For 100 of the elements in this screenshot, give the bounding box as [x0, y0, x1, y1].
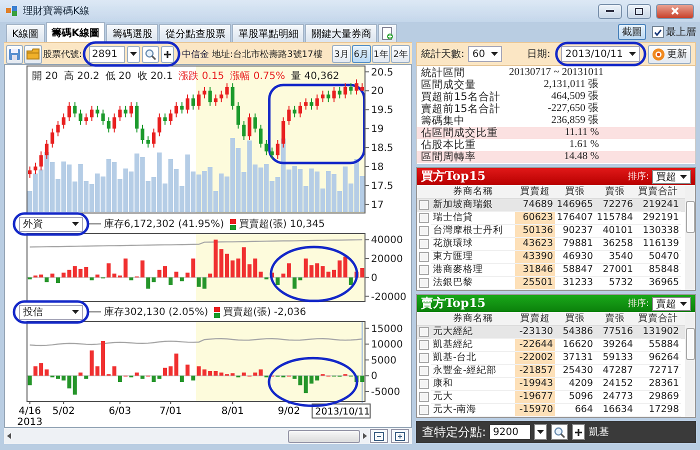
branch-code-field[interactable]: 9200 [490, 425, 530, 439]
table-cell: 3540 [595, 251, 635, 264]
net-value: -2,036 [274, 306, 306, 318]
table-cell: 131902 [635, 326, 681, 339]
stock-code-label: 股票代號: [43, 48, 82, 60]
axis-label: -5000 [371, 387, 400, 398]
axis-label: 8/01 [221, 406, 244, 417]
table-cell: 90237 [555, 225, 595, 238]
sort-dropdown[interactable]: 賣超 [652, 296, 691, 310]
range-button[interactable]: 3月 [332, 45, 351, 63]
stat-label: 統計區間 [421, 67, 466, 79]
axis-label: 0 [371, 272, 378, 284]
date-dropdown[interactable]: 2013/10/11 [561, 46, 640, 62]
stat-value: 11.11 % [564, 127, 599, 139]
tab[interactable]: K線圖 [6, 24, 45, 42]
screenshot-button[interactable]: 截圖 [618, 24, 646, 40]
quote-item: 低 20 [105, 70, 132, 83]
axis-label: 20000 [371, 254, 403, 266]
column-header: 券商名稱 [452, 312, 494, 325]
tab[interactable]: 籌碼選股 [106, 24, 158, 42]
tab[interactable]: 關鍵大量券商 [305, 24, 378, 42]
axis-label: 6/03 [108, 406, 132, 417]
table-cell: 43623 [515, 238, 555, 251]
table-cell: 72717 [635, 365, 681, 378]
investor-dropdown[interactable]: 外資 [19, 216, 83, 232]
table-cell: 50136 [515, 225, 555, 238]
table-cell: 116139 [635, 238, 681, 251]
range-button[interactable]: 6月 [352, 45, 371, 63]
stock-name: 中信金 [182, 48, 210, 60]
column-header: 賣張 [604, 312, 626, 325]
axis-label: 20 [371, 86, 384, 98]
quote-item: 漲幅 0.75% [230, 70, 286, 83]
table-cell: 77516 [595, 326, 635, 339]
table-cell: -19677 [515, 391, 555, 404]
stock-code-field[interactable]: 2891 [89, 46, 126, 62]
table-cell: 31233 [555, 277, 595, 290]
stat-value: -227,650 張 [546, 103, 599, 114]
column-header: 券商名稱 [452, 185, 494, 198]
quote-item: 高 20.2 [64, 70, 100, 83]
table-cell: 176407 [555, 212, 595, 225]
table-cell: 46930 [555, 251, 595, 264]
axis-label: 7/01 [159, 406, 182, 417]
investor-dropdown[interactable]: 投信 [19, 304, 83, 320]
range-button[interactable]: 2年 [391, 45, 410, 63]
table-cell: -15970 [515, 404, 555, 417]
stock-address: 地址:台北市松壽路3號17樓 [212, 48, 322, 60]
quote-item: 開 20 [32, 70, 58, 83]
axis-label: 4/16 [18, 406, 42, 417]
axis-label: 5000 [371, 355, 396, 366]
branch-label: 查特定分點: [422, 424, 486, 440]
quote-item: 量 40,362 [291, 70, 340, 83]
column-header: 買張 [564, 312, 586, 325]
tab[interactable]: 籌碼K線圖 [46, 22, 106, 42]
table-cell: 37131 [555, 352, 595, 365]
table-cell: 96264 [635, 352, 681, 365]
stat-value: 14.48 % [563, 151, 599, 163]
column-header: 買賣超 [519, 185, 551, 198]
table-cell: 59133 [595, 352, 635, 365]
table-cell: 4209 [555, 378, 595, 391]
table-cell: 72276 [595, 199, 635, 212]
holding-legend: 庫存302,130 (2.05%) [104, 305, 208, 319]
table-cell: 29869 [635, 391, 681, 404]
table-cell: 17298 [635, 404, 681, 417]
axis-label: 15000 [371, 324, 403, 335]
selected-row[interactable]: 新加坡商瑞銀 74689 146965 72276 219241 [417, 199, 685, 212]
table-cell: -21857 [515, 365, 555, 378]
tab[interactable]: 單股單點明細 [232, 24, 304, 42]
table-cell: 50470 [635, 251, 681, 264]
table-cell: -22002 [515, 352, 555, 365]
range-button[interactable]: 1年 [372, 45, 390, 63]
table-cell: 664 [555, 404, 595, 417]
refresh-button[interactable]: 更新 [648, 44, 691, 64]
table-cell: 5732 [595, 277, 635, 290]
selected-row[interactable]: 元大經紀 -23130 54386 77516 131902 [417, 326, 685, 339]
tab[interactable]: 從分點查股票 [159, 24, 232, 42]
net-value: 10,345 [290, 218, 325, 230]
column-header: 賣張 [604, 185, 626, 198]
stat-label: 賣超前15名合計 [421, 103, 502, 115]
column-header: 買賣合計 [637, 185, 679, 198]
table-cell: 新加坡商瑞銀 [431, 199, 515, 212]
table-cell: 24773 [595, 391, 635, 404]
table-cell: 85848 [635, 264, 681, 277]
table-cell: 292191 [635, 212, 681, 225]
table-cell: 25430 [555, 365, 595, 378]
axis-label: 18.5 [371, 143, 394, 154]
axis-label: 10000 [371, 340, 403, 351]
table-cell: 16634 [595, 404, 635, 417]
axis-label: 18 [371, 162, 384, 174]
table-cell: 25501 [515, 277, 555, 290]
table-title: 買方Top15 [421, 168, 486, 185]
table-cell: 79881 [555, 238, 595, 251]
days-dropdown[interactable]: 60 [468, 46, 502, 62]
table-cell: 115784 [595, 212, 635, 225]
stat-label: 區間周轉率 [421, 151, 477, 163]
sort-dropdown[interactable]: 買超 [652, 170, 691, 184]
stat-value: 464,509 張 [550, 91, 599, 102]
axis-label: 20.5 [371, 67, 394, 78]
quote-item: 收 20.1 [137, 70, 173, 83]
axis-label: 5/02 [52, 406, 75, 417]
column-header: 買賣超 [519, 312, 551, 325]
